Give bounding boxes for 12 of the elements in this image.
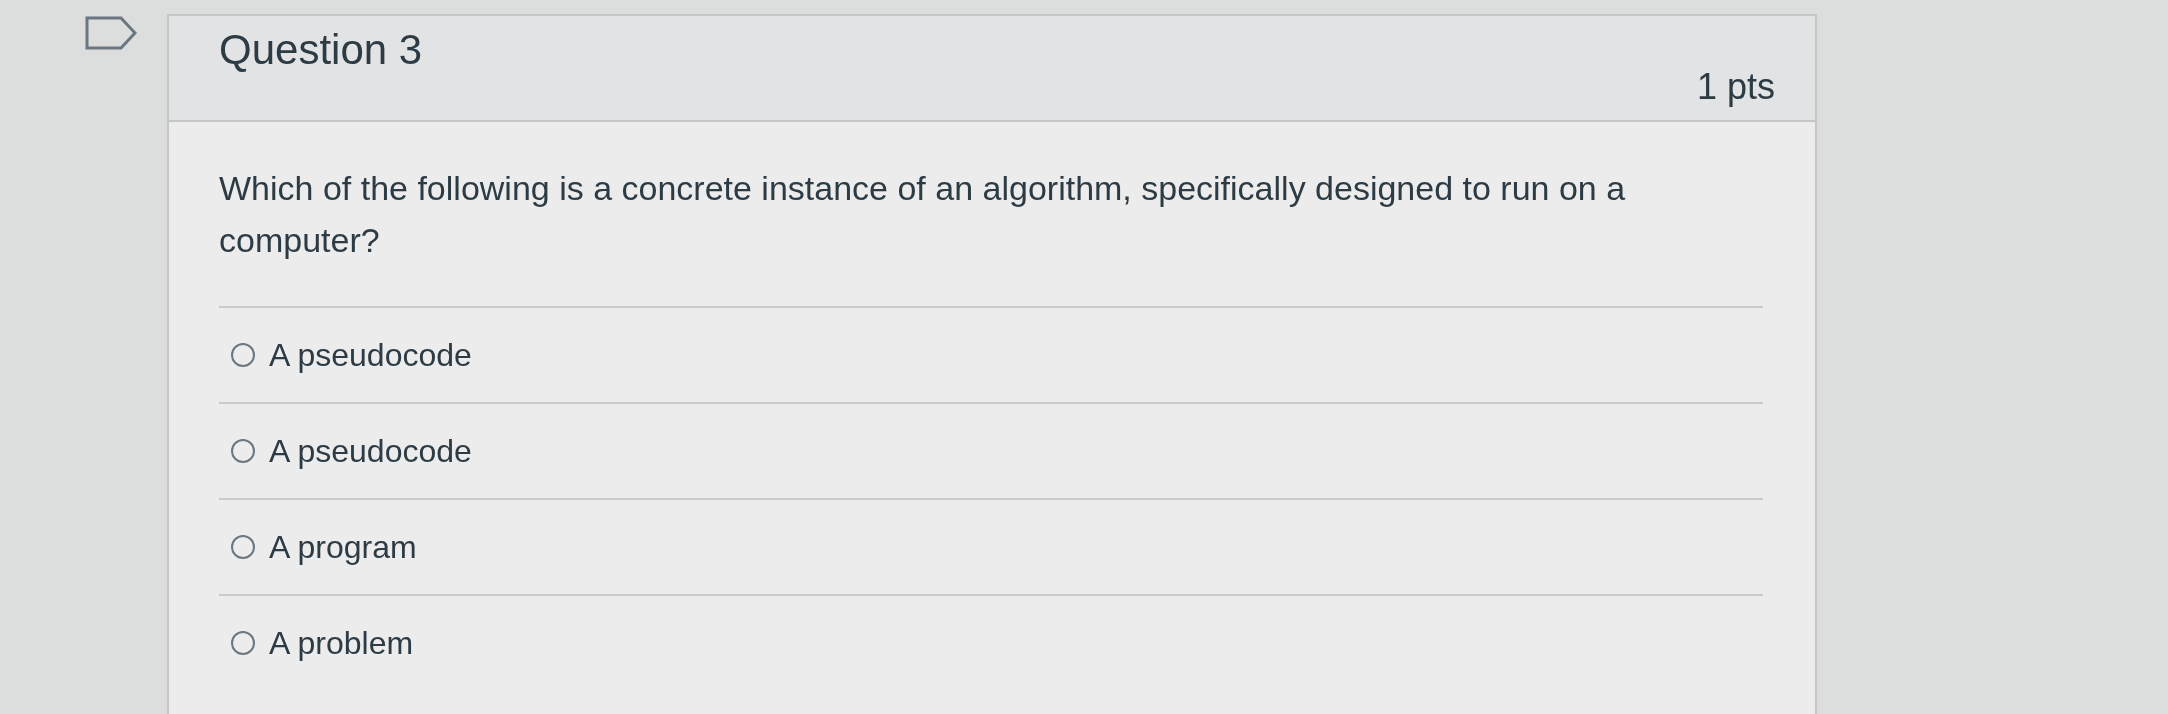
radio-button[interactable] xyxy=(231,631,255,655)
radio-button[interactable] xyxy=(231,439,255,463)
answer-option[interactable]: A pseudocode xyxy=(231,336,472,374)
points-label: 1 pts xyxy=(1696,66,1775,108)
flag-icon[interactable] xyxy=(85,16,137,50)
radio-button[interactable] xyxy=(231,343,255,367)
radio-button[interactable] xyxy=(231,535,255,559)
question-text: Which of the following is a concrete instance of an algorithm, specifically designed to run on a computer? xyxy=(219,168,1627,261)
question-title: Question 3 xyxy=(219,26,423,75)
answer-option[interactable]: A program xyxy=(231,528,417,566)
answer-option[interactable]: A problem xyxy=(231,624,414,662)
answer-option[interactable]: A pseudocode xyxy=(231,432,472,470)
